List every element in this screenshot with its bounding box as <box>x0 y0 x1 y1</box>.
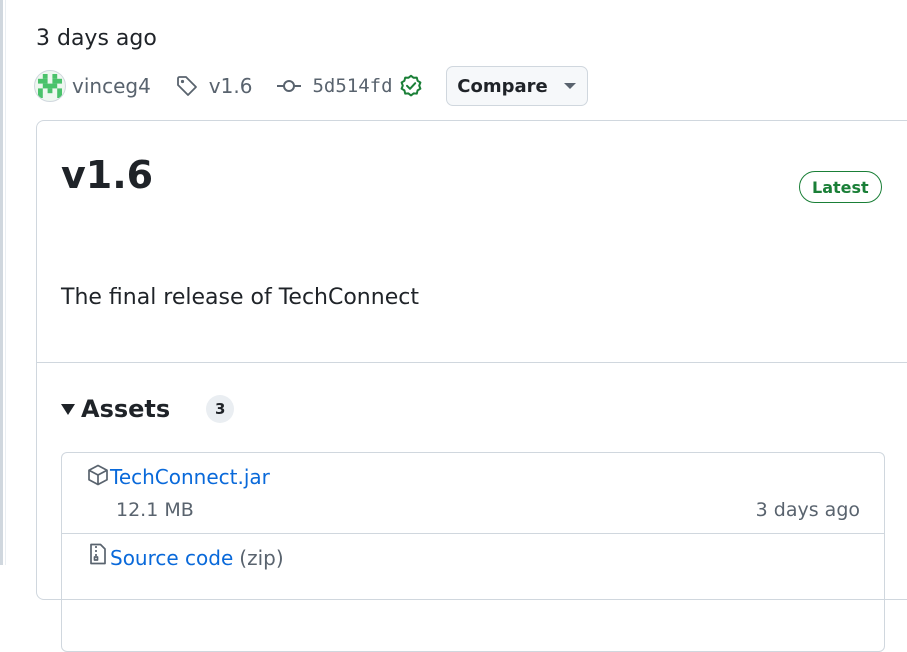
release-card: v1.6 Latest The final release of TechCon… <box>36 120 907 652</box>
package-icon <box>86 463 110 487</box>
commit-link[interactable]: 5d514fd <box>312 75 392 97</box>
file-zip-icon <box>86 542 110 566</box>
left-border-inner <box>5 0 6 565</box>
assets-heading: Assets <box>81 395 171 423</box>
latest-badge: Latest <box>799 171 882 203</box>
left-border <box>0 0 3 565</box>
release-title[interactable]: v1.6 <box>61 153 153 197</box>
triangle-down-icon <box>61 403 75 415</box>
verified-check-icon[interactable] <box>399 74 423 98</box>
asset-link[interactable]: TechConnect.jar <box>110 465 270 489</box>
compare-label: Compare <box>457 75 548 97</box>
release-notes: The final release of TechConnect <box>61 285 419 310</box>
compare-button[interactable]: Compare <box>445 66 588 106</box>
list-item: Source code (zip) <box>62 534 884 594</box>
asset-date: 3 days ago <box>755 499 860 521</box>
assets-toggle[interactable]: Assets 3 <box>61 395 235 423</box>
asset-list: TechConnect.jar 12.1 MB 3 days ago Sourc… <box>61 452 885 652</box>
divider <box>37 362 907 363</box>
asset-link-label: Source code <box>110 546 234 570</box>
asset-size: 12.1 MB <box>116 499 194 521</box>
avatar[interactable] <box>34 70 66 102</box>
chevron-down-icon <box>563 83 576 89</box>
git-commit-icon <box>276 74 302 98</box>
tag-link[interactable]: v1.6 <box>209 74 253 98</box>
author-link[interactable]: vinceg4 <box>72 74 151 98</box>
release-meta: vinceg4 v1.6 5d514fd Compare <box>34 66 588 106</box>
tag-icon <box>175 74 199 98</box>
release-date: 3 days ago <box>36 26 157 51</box>
asset-format: (zip) <box>239 546 284 570</box>
list-item: TechConnect.jar 12.1 MB 3 days ago <box>62 453 884 534</box>
asset-link[interactable]: Source code (zip) <box>110 546 284 570</box>
avatar-identicon <box>38 74 62 98</box>
assets-count-badge: 3 <box>206 395 235 423</box>
